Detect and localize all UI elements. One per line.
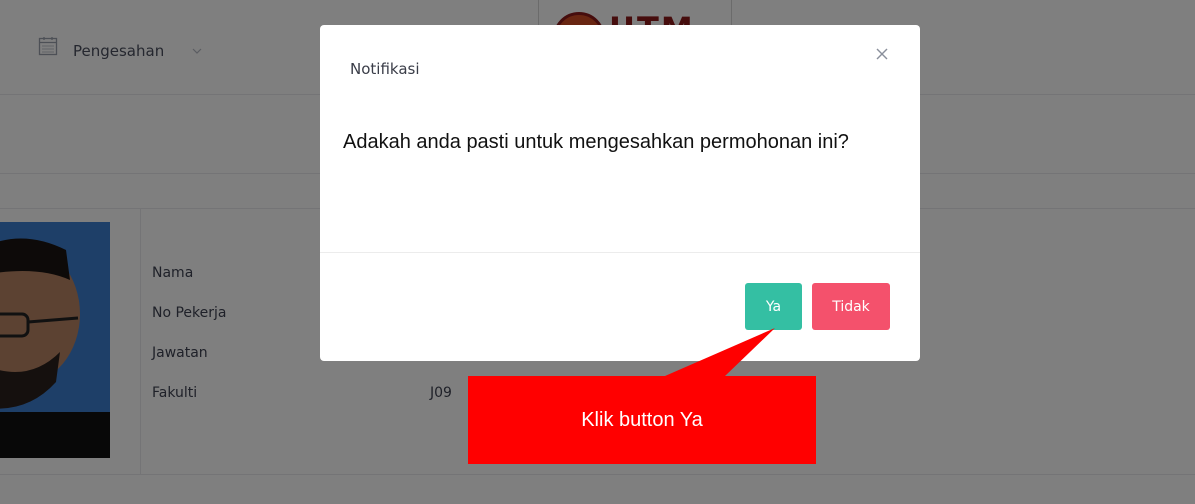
- confirmation-modal: Notifikasi Adakah anda pasti untuk menge…: [320, 25, 920, 361]
- confirm-button[interactable]: Ya: [745, 283, 802, 330]
- instruction-callout: Klik button Ya: [468, 376, 816, 464]
- modal-footer-divider: [320, 252, 920, 253]
- close-icon[interactable]: [873, 45, 891, 63]
- modal-message: Adakah anda pasti untuk mengesahkan perm…: [343, 131, 849, 153]
- callout-text: Klik button Ya: [581, 408, 703, 431]
- cancel-button[interactable]: Tidak: [812, 283, 890, 330]
- modal-title: Notifikasi: [350, 60, 420, 78]
